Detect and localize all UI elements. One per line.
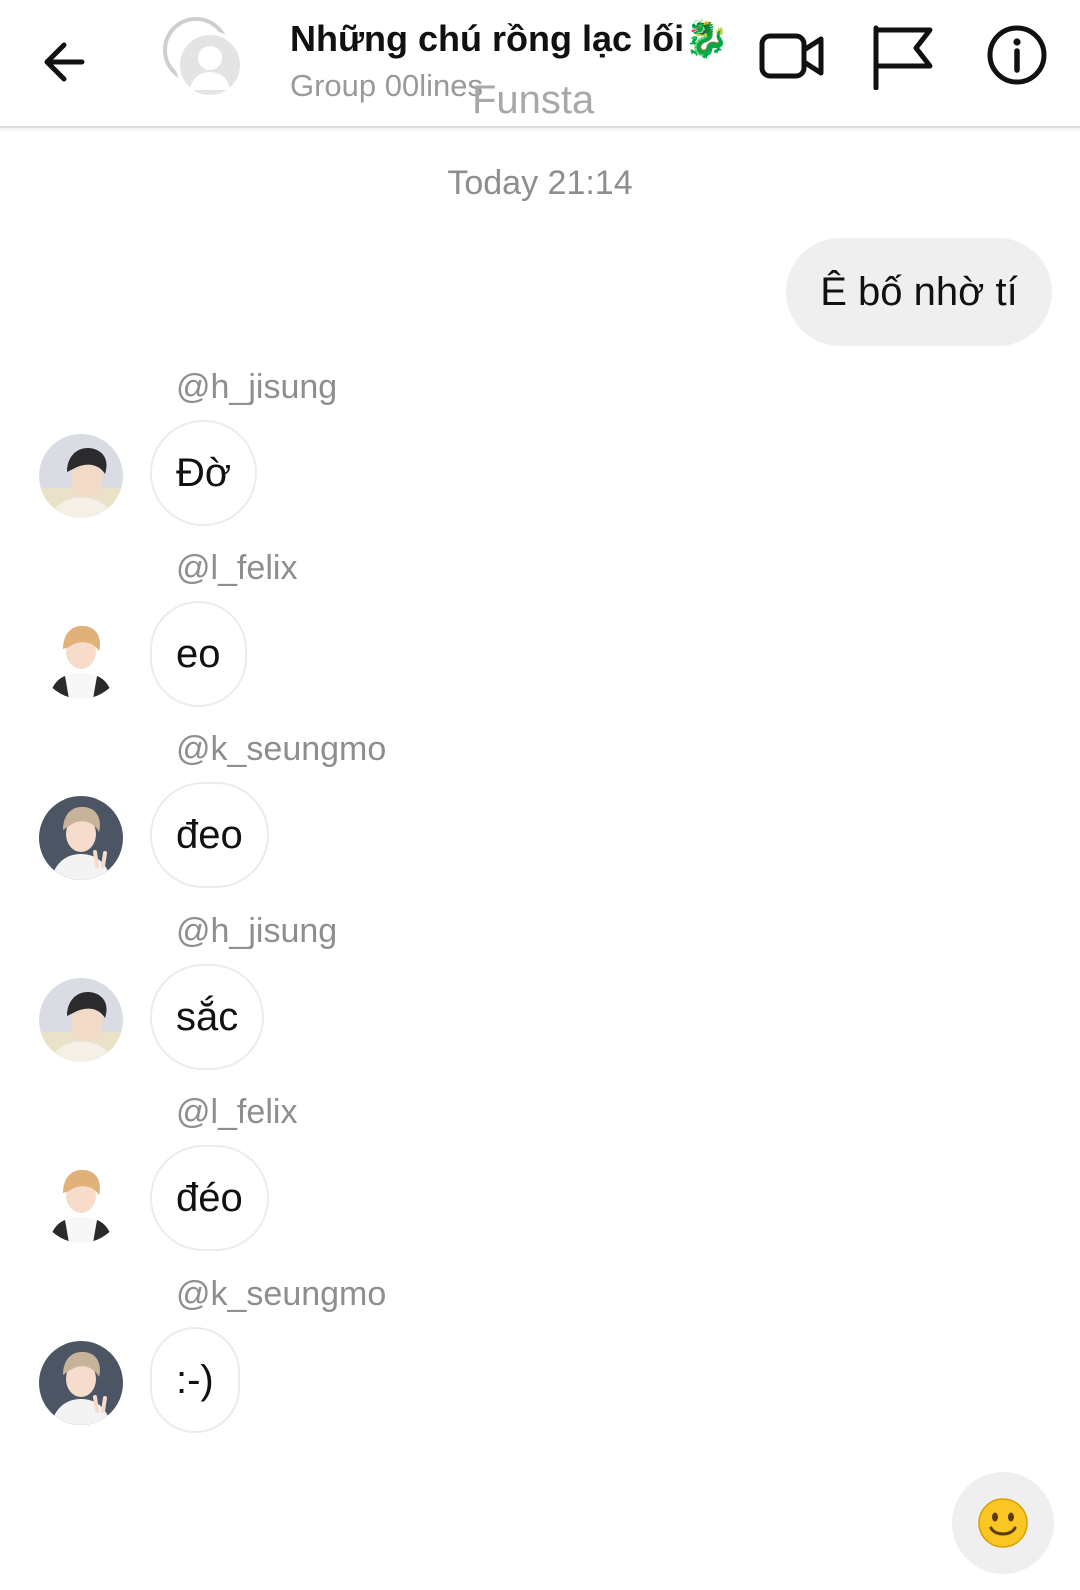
message-timestamp: Today 21:14	[447, 164, 633, 202]
incoming-message-bubble[interactable]: sắc	[150, 964, 265, 1070]
outgoing-message-bubble[interactable]: Ê bố nhờ tí	[786, 238, 1052, 346]
avatar-felix[interactable]	[39, 1159, 123, 1243]
sender-username[interactable]: @l_felix	[176, 549, 297, 588]
message-row: đeo	[0, 782, 1080, 892]
emoji-button[interactable]	[952, 1472, 1054, 1574]
avatar-felix[interactable]	[39, 615, 123, 699]
flag-icon[interactable]	[870, 22, 936, 90]
incoming-message-bubble[interactable]: đeo	[150, 782, 269, 888]
avatar-seungmo[interactable]	[39, 796, 123, 880]
watermark: Funsta	[472, 78, 595, 122]
incoming-message-bubble[interactable]: eo	[150, 601, 247, 707]
info-icon[interactable]	[986, 24, 1048, 86]
avatar-jisung[interactable]	[39, 978, 123, 1062]
sender-username[interactable]: @k_seungmo	[176, 730, 386, 769]
message-row: :-)	[0, 1327, 1080, 1437]
sender-username[interactable]: @h_jisung	[176, 912, 337, 951]
video-call-icon[interactable]	[758, 26, 826, 86]
sender-username[interactable]: @k_seungmo	[176, 1275, 386, 1314]
smiley-emoji-icon	[978, 1498, 1028, 1548]
message-row: Đờ	[0, 420, 1080, 530]
message-row: eo	[0, 601, 1080, 711]
chat-header: Những chú rồng lạc lối🐉 Group 00lines Fu…	[0, 0, 1080, 128]
incoming-message-bubble[interactable]: :-)	[150, 1327, 240, 1433]
incoming-message-bubble[interactable]: đéo	[150, 1145, 269, 1251]
avatar-seungmo[interactable]	[39, 1341, 123, 1425]
sender-username[interactable]: @h_jisung	[176, 368, 337, 407]
back-arrow-icon[interactable]	[38, 34, 94, 90]
chat-subtitle: Group 00lines	[290, 68, 484, 103]
incoming-message-bubble[interactable]: Đờ	[150, 420, 258, 526]
group-avatar-icon[interactable]	[162, 16, 246, 100]
message-row: đéo	[0, 1145, 1080, 1255]
message-row: sắc	[0, 964, 1080, 1074]
avatar-jisung[interactable]	[39, 434, 123, 518]
sender-username[interactable]: @l_felix	[176, 1093, 297, 1132]
chat-title[interactable]: Những chú rồng lạc lối🐉	[290, 18, 729, 60]
